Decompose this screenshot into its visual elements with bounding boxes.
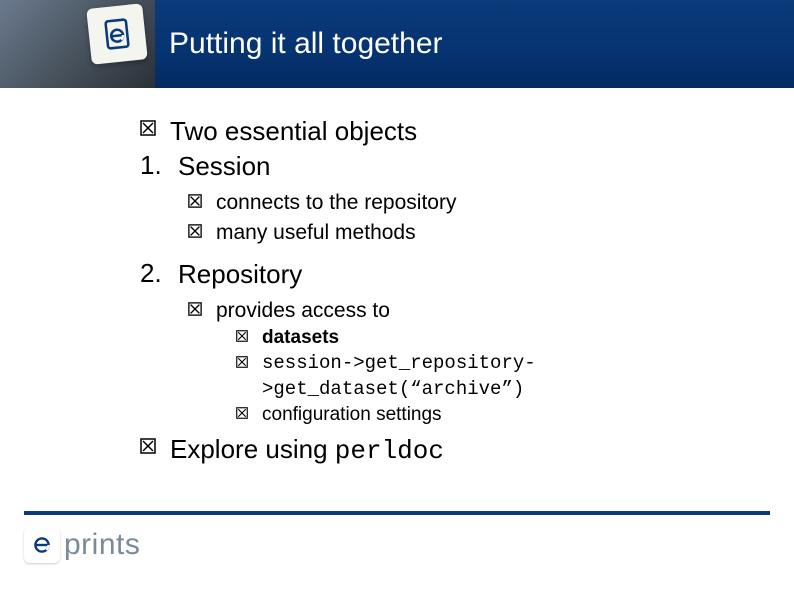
slide-content: Two essential objects 1. Session connect…: [0, 88, 794, 469]
numbered-item-2: 2. Repository: [140, 257, 754, 292]
xbox-bullet-icon: [188, 302, 202, 316]
xbox-bullet-icon: [140, 438, 156, 454]
bullet-lvl3: session->get_repository->get_dataset(“ar…: [236, 351, 754, 402]
slide-title: Putting it all together: [169, 27, 443, 61]
bullet-text: datasets: [262, 325, 339, 351]
bullet-text: Session: [178, 149, 271, 184]
bullet-text-code: session->get_repository->get_dataset(“ar…: [262, 351, 754, 402]
e-badge-icon: [86, 3, 148, 65]
bullet-lvl2: many useful methods: [188, 218, 754, 247]
e-icon: [24, 527, 60, 563]
footer-logo: prints: [24, 527, 140, 563]
bullet-text: Explore using perldoc: [170, 432, 444, 469]
xbox-bullet-icon: [236, 330, 248, 342]
bullet-text: Two essential objects: [170, 114, 417, 149]
bullet-text-prefix: Explore using: [170, 434, 335, 464]
xbox-bullet-icon: [188, 194, 202, 208]
bullet-text: Repository: [178, 257, 302, 292]
xbox-bullet-icon: [236, 356, 248, 368]
bullet-lvl3: datasets: [236, 325, 754, 351]
header-logo-area: [0, 0, 155, 88]
slide-footer: prints: [0, 499, 794, 595]
bullet-text-code: perldoc: [335, 436, 444, 466]
xbox-bullet-icon: [188, 224, 202, 238]
bullet-lvl1: Two essential objects: [140, 114, 754, 149]
number-marker: 1.: [140, 149, 164, 183]
bullet-text: many useful methods: [216, 218, 416, 247]
bullet-lvl2: provides access to: [188, 296, 754, 325]
xbox-bullet-icon: [140, 120, 156, 136]
bullet-text: provides access to: [216, 296, 390, 325]
title-bar: Putting it all together: [155, 0, 794, 88]
bullet-lvl1: Explore using perldoc: [140, 432, 754, 469]
bullet-text: configuration settings: [262, 402, 442, 428]
bullet-lvl3: configuration settings: [236, 402, 754, 428]
bullet-text: connects to the repository: [216, 188, 456, 217]
xbox-bullet-icon: [236, 407, 248, 419]
slide-header: Putting it all together: [0, 0, 794, 88]
number-marker: 2.: [140, 257, 164, 291]
numbered-item-1: 1. Session: [140, 149, 754, 184]
bullet-lvl2: connects to the repository: [188, 188, 754, 217]
footer-logo-text: prints: [64, 528, 140, 562]
footer-divider: [24, 511, 770, 515]
